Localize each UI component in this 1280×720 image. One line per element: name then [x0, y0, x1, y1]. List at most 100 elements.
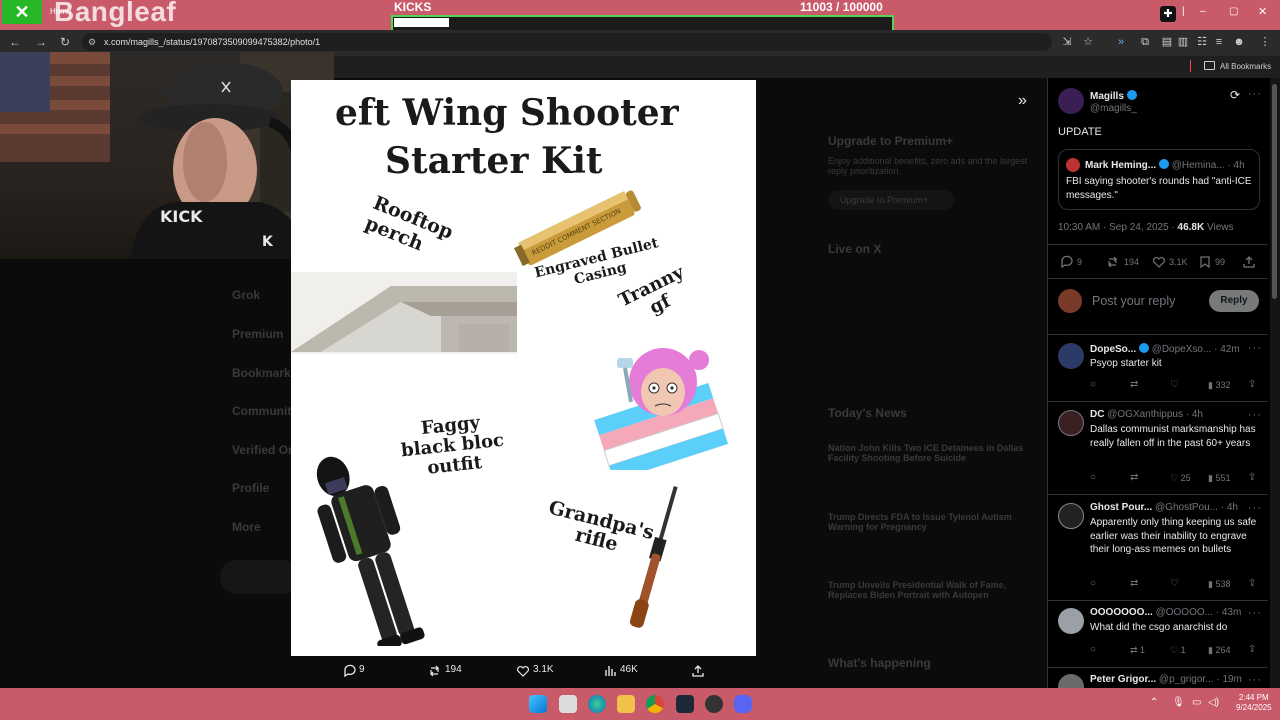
reply-author[interactable]: OOOOOOO... @OOOOO... · 43m: [1090, 607, 1241, 618]
reply-author[interactable]: DC @OGXanthippus · 4h: [1090, 409, 1203, 420]
reply-author[interactable]: Ghost Pour... @GhostPou... · 4h: [1090, 502, 1238, 513]
chevron-up-icon[interactable]: ⌃: [1150, 697, 1158, 708]
avatar[interactable]: [1058, 88, 1084, 114]
steam-icon[interactable]: [676, 695, 694, 713]
like-count[interactable]: ♡ 1: [1170, 645, 1186, 656]
forward-icon[interactable]: →: [34, 35, 48, 49]
split-icon[interactable]: ▤: [1160, 35, 1174, 49]
reload-icon[interactable]: ↻: [58, 35, 72, 49]
divider: [1048, 667, 1268, 668]
share-icon[interactable]: [1242, 255, 1256, 269]
premium-button-label: Upgrade to Premium+: [840, 195, 929, 205]
post-image[interactable]: eft Wing Shooter Starter Kit Rooftop perc…: [291, 80, 756, 656]
maximize-icon[interactable]: ▢: [1229, 6, 1238, 17]
reply-author[interactable]: Peter Grigor... @p_grigor... · 19m: [1090, 674, 1242, 685]
discord-icon[interactable]: [734, 695, 752, 713]
display-icon[interactable]: ▭: [1192, 697, 1201, 708]
repost-icon[interactable]: ⇄: [1130, 578, 1138, 589]
more-icon[interactable]: ···: [1248, 342, 1262, 354]
author-name[interactable]: Magills: [1090, 90, 1137, 102]
site-info-icon[interactable]: ⚙: [88, 37, 96, 48]
quoted-author: Mark Heming... @Hemina... · 4h: [1085, 159, 1245, 171]
repost-icon[interactable]: ⇄: [1130, 472, 1138, 483]
scrollbar-thumb[interactable]: [1272, 84, 1277, 299]
obs-icon[interactable]: [705, 695, 723, 713]
bookmark-star-icon[interactable]: ☆: [1081, 35, 1095, 49]
divider: [1048, 401, 1268, 402]
avatar[interactable]: [1058, 503, 1084, 529]
reply-author[interactable]: DopeSo... @DopeXso... · 42m: [1090, 343, 1240, 355]
file-explorer-icon[interactable]: [617, 695, 635, 713]
reply-icon[interactable]: [343, 664, 357, 678]
reply-icon[interactable]: ○: [1090, 379, 1096, 390]
avatar[interactable]: [1058, 410, 1084, 436]
more-icon[interactable]: ···: [1248, 674, 1262, 686]
extension-icon[interactable]: ✚: [1160, 6, 1176, 22]
folder-icon: [1204, 61, 1215, 70]
author-handle[interactable]: @magills_: [1090, 103, 1137, 114]
repost-icon[interactable]: [1106, 255, 1120, 269]
reply-input[interactable]: Post your reply: [1092, 294, 1175, 308]
avatar[interactable]: [1058, 674, 1084, 688]
start-icon[interactable]: [529, 695, 547, 713]
share-icon[interactable]: ⇪: [1248, 472, 1256, 483]
like-icon[interactable]: [516, 664, 530, 678]
goal-count: 11003 / 100000: [800, 0, 883, 14]
bookmark-icon[interactable]: [1198, 255, 1212, 269]
reply-button[interactable]: Reply: [1209, 290, 1259, 312]
more-icon[interactable]: ···: [1248, 88, 1262, 100]
share-icon[interactable]: ⇪: [1248, 379, 1256, 390]
close-icon[interactable]: ✕: [1258, 5, 1267, 18]
edge-icon[interactable]: [588, 695, 606, 713]
sidebar-icon[interactable]: ▥: [1176, 35, 1190, 49]
divider: [1048, 334, 1268, 335]
repost-count[interactable]: ⇄ 1: [1130, 645, 1145, 656]
avatar[interactable]: [1058, 343, 1084, 369]
premium-desc: Enjoy additional benefits, zero ads and …: [828, 156, 1028, 176]
reply-icon[interactable]: ○: [1090, 644, 1096, 655]
webcam-feed: KICK K: [0, 52, 334, 259]
speaker-icon[interactable]: ◁): [1208, 697, 1219, 708]
collections-icon[interactable]: ≡: [1212, 35, 1226, 49]
chrome-icon[interactable]: [646, 695, 664, 713]
sidebar-item: More: [232, 520, 261, 534]
profile-icon[interactable]: ☻: [1232, 35, 1246, 49]
post-button-bg: [220, 560, 300, 594]
grok-icon[interactable]: ⟳: [1230, 88, 1240, 102]
avatar[interactable]: [1058, 608, 1084, 634]
label-rooftop: Rooftop perch: [361, 191, 457, 256]
like-icon[interactable]: ♡: [1170, 578, 1179, 589]
more-icon[interactable]: ···: [1248, 607, 1262, 619]
all-bookmarks-link[interactable]: All Bookmarks: [1220, 62, 1271, 71]
reply-icon[interactable]: [1060, 255, 1074, 269]
more-icon[interactable]: ···: [1248, 409, 1262, 421]
menu-icon[interactable]: ⋮: [1258, 35, 1272, 49]
extension-icon[interactable]: »: [1114, 35, 1128, 49]
url-text[interactable]: x.com/magills_/status/197087350909947538…: [104, 37, 320, 47]
share-icon[interactable]: ⇪: [1248, 578, 1256, 589]
like-icon[interactable]: ♡: [1170, 379, 1179, 390]
repost-icon[interactable]: [428, 664, 442, 678]
install-icon[interactable]: ⇲: [1060, 35, 1074, 49]
share-icon[interactable]: [691, 664, 705, 678]
taskbar-clock[interactable]: 2:44 PM 9/24/2025: [1236, 693, 1272, 713]
repost-icon[interactable]: ⇄: [1130, 379, 1138, 390]
reply-icon[interactable]: ○: [1090, 472, 1096, 483]
reply-icon[interactable]: ○: [1090, 578, 1096, 589]
expand-icon[interactable]: »: [1018, 92, 1036, 110]
extensions-icon[interactable]: ⧉: [1138, 35, 1152, 49]
goal-progress-fill: [394, 18, 449, 27]
like-icon[interactable]: [1152, 255, 1166, 269]
bookmark-count: 99: [1215, 257, 1226, 267]
separator: |: [1182, 6, 1185, 17]
task-view-icon[interactable]: [559, 695, 577, 713]
favorites-icon[interactable]: ☷: [1195, 35, 1209, 49]
share-icon[interactable]: ⇪: [1248, 644, 1256, 655]
views-icon[interactable]: [604, 664, 618, 678]
image-replies-count: 9: [359, 664, 365, 675]
minimize-icon[interactable]: –: [1200, 6, 1206, 17]
more-icon[interactable]: ···: [1248, 502, 1262, 514]
microphone-icon[interactable]: 🎙: [1172, 697, 1185, 708]
like-count[interactable]: ♡ 25: [1170, 473, 1191, 484]
back-icon[interactable]: ←: [8, 35, 22, 49]
